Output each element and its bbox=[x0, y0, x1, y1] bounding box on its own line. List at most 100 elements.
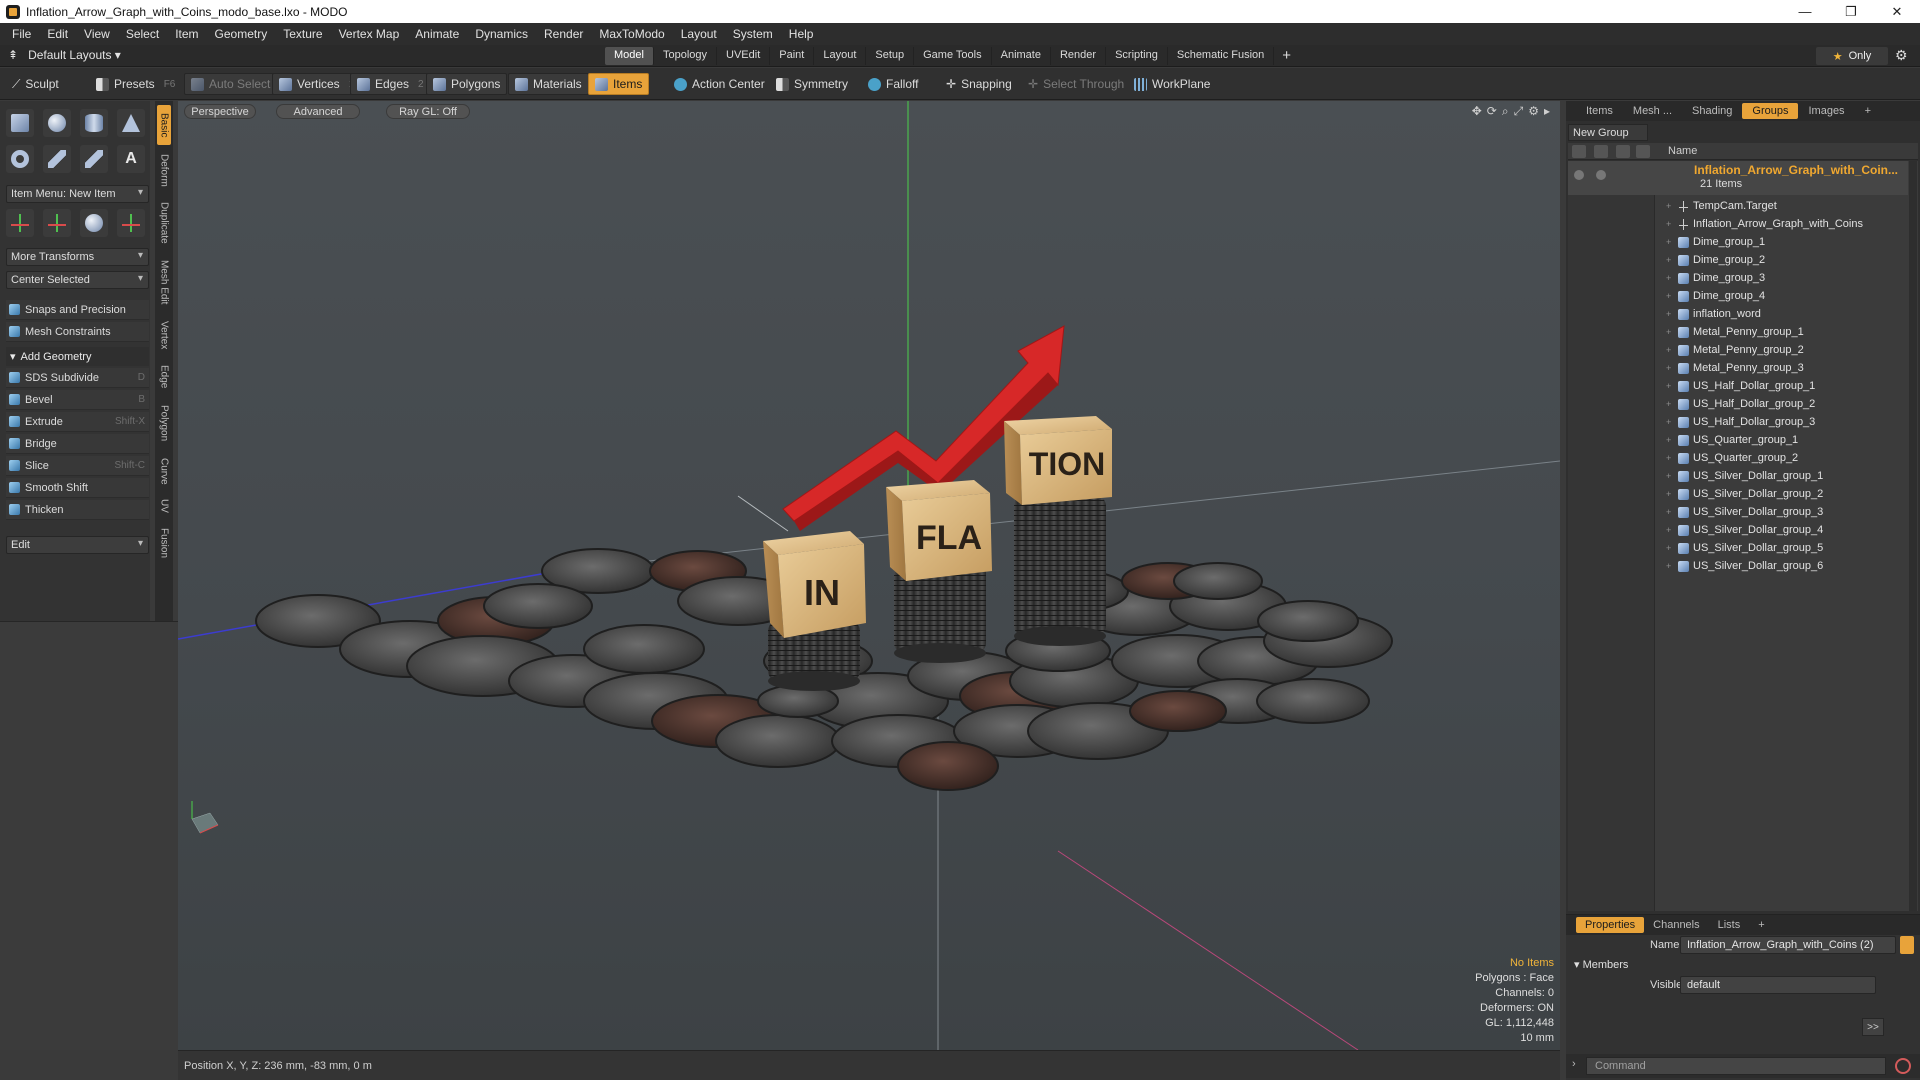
pan-icon[interactable]: ✥ bbox=[1472, 104, 1482, 119]
tab-scripting[interactable]: Scripting bbox=[1106, 47, 1168, 65]
expand-icon[interactable]: + bbox=[1666, 255, 1674, 265]
add-tab-button[interactable]: + bbox=[1855, 103, 1881, 119]
vtab-fusion[interactable]: Fusion bbox=[157, 523, 171, 563]
torus-tool[interactable] bbox=[6, 145, 34, 173]
move-tool[interactable] bbox=[6, 209, 34, 237]
expand-icon[interactable]: + bbox=[1666, 435, 1674, 445]
group-child-row[interactable]: + Dime_group_1 bbox=[1666, 233, 1765, 251]
menu-texture[interactable]: Texture bbox=[275, 27, 330, 41]
expand-icon[interactable]: + bbox=[1666, 273, 1674, 283]
tab-model[interactable]: Model bbox=[605, 47, 654, 65]
mesh-constraints-button[interactable]: Mesh Constraints bbox=[6, 322, 149, 342]
group-child-row[interactable]: + US_Half_Dollar_group_2 bbox=[1666, 395, 1815, 413]
expand-icon[interactable]: + bbox=[1666, 237, 1674, 247]
expand-icon[interactable]: + bbox=[1666, 561, 1674, 571]
3d-viewport[interactable]: IN FLA TION Perspective Advanced Ray GL:… bbox=[178, 101, 1560, 1050]
tab-uvedit[interactable]: UVEdit bbox=[717, 47, 771, 65]
vertices-button[interactable]: Vertices 1 bbox=[272, 73, 362, 95]
group-child-row[interactable]: + Dime_group_2 bbox=[1666, 251, 1765, 269]
group-child-row[interactable]: + Dime_group_3 bbox=[1666, 269, 1765, 287]
cone-tool[interactable] bbox=[117, 109, 145, 137]
tab-render[interactable]: Render bbox=[1051, 47, 1107, 65]
groups-scrollbar[interactable] bbox=[1909, 161, 1917, 911]
visibility-column-icon[interactable] bbox=[1572, 145, 1586, 158]
group-child-row[interactable]: + Inflation_Arrow_Graph_with_Coins bbox=[1666, 215, 1863, 233]
expand-icon[interactable]: + bbox=[1666, 417, 1674, 427]
pen-tool[interactable] bbox=[80, 145, 108, 173]
minimize-button[interactable]: — bbox=[1782, 0, 1828, 23]
group-child-row[interactable]: + Metal_Penny_group_2 bbox=[1666, 341, 1804, 359]
symmetry-button[interactable]: Symmetry bbox=[770, 73, 854, 95]
expand-icon[interactable]: + bbox=[1666, 399, 1674, 409]
group-child-row[interactable]: + US_Silver_Dollar_group_6 bbox=[1666, 557, 1823, 575]
more-transforms-dropdown[interactable]: More Transforms bbox=[6, 248, 149, 266]
name-column-header[interactable]: Name bbox=[1668, 145, 1697, 157]
shading-advanced[interactable]: Advanced bbox=[276, 104, 360, 119]
menu-layout[interactable]: Layout bbox=[673, 27, 725, 41]
edges-button[interactable]: Edges 2 bbox=[350, 73, 431, 95]
menu-view[interactable]: View bbox=[76, 27, 118, 41]
gear-icon[interactable]: ⚙ bbox=[1895, 47, 1908, 64]
render-toggle-icon[interactable] bbox=[1596, 170, 1606, 180]
thicken-button[interactable]: Thicken bbox=[6, 500, 149, 520]
edit-dropdown[interactable]: Edit bbox=[6, 536, 149, 554]
group-root-row[interactable]: Inflation_Arrow_Graph_with_Coin... 21 It… bbox=[1568, 161, 1908, 195]
vtab-deform[interactable]: Deform bbox=[157, 149, 171, 191]
group-child-row[interactable]: + TempCam.Target bbox=[1666, 197, 1777, 215]
scene-render[interactable]: IN FLA TION bbox=[178, 101, 1560, 1050]
more-button[interactable]: >> bbox=[1862, 1018, 1884, 1036]
snaps-precision-button[interactable]: Snaps and Precision bbox=[6, 300, 149, 320]
tab-mesh[interactable]: Mesh ... bbox=[1623, 103, 1682, 119]
viewport-settings-icon[interactable]: ⚙ bbox=[1528, 104, 1539, 119]
rotate-view-icon[interactable]: ⟳ bbox=[1487, 104, 1497, 119]
group-child-row[interactable]: + US_Silver_Dollar_group_1 bbox=[1666, 467, 1823, 485]
vtab-edge[interactable]: Edge bbox=[157, 361, 171, 393]
action-center-button[interactable]: Action Center bbox=[668, 73, 771, 95]
group-child-row[interactable]: + Metal_Penny_group_1 bbox=[1666, 323, 1804, 341]
vtab-uv[interactable]: UV bbox=[157, 495, 171, 517]
rotate-tool[interactable] bbox=[43, 209, 71, 237]
tab-shading[interactable]: Shading bbox=[1682, 103, 1742, 119]
curve-tool[interactable] bbox=[43, 145, 71, 173]
group-child-row[interactable]: + US_Half_Dollar_group_3 bbox=[1666, 413, 1815, 431]
menu-dynamics[interactable]: Dynamics bbox=[467, 27, 536, 41]
tab-schematic-fusion[interactable]: Schematic Fusion bbox=[1168, 47, 1275, 65]
auto-select-button[interactable]: Auto Select bbox=[184, 73, 278, 95]
zoom-icon[interactable]: ⌕ bbox=[1502, 104, 1509, 119]
materials-button[interactable]: Materials bbox=[508, 73, 589, 95]
tab-layout[interactable]: Layout bbox=[814, 47, 867, 65]
members-section[interactable]: ▾ Members bbox=[1574, 958, 1628, 971]
menu-maxtomodo[interactable]: MaxToModo bbox=[591, 27, 672, 41]
group-child-row[interactable]: + US_Half_Dollar_group_1 bbox=[1666, 377, 1815, 395]
group-child-row[interactable]: + Dime_group_4 bbox=[1666, 287, 1765, 305]
sculpt-button[interactable]: ⟋ Sculpt bbox=[6, 73, 65, 95]
menu-render[interactable]: Render bbox=[536, 27, 591, 41]
vtab-mesh-edit[interactable]: Mesh Edit bbox=[157, 255, 171, 309]
group-child-row[interactable]: + US_Quarter_group_2 bbox=[1666, 449, 1798, 467]
vtab-vertex[interactable]: Vertex bbox=[157, 315, 171, 355]
expand-arrow-icon[interactable]: ▸ bbox=[1544, 104, 1550, 119]
only-toggle[interactable]: ★ Only bbox=[1816, 47, 1888, 65]
expand-icon[interactable]: + bbox=[1666, 507, 1674, 517]
sphere-tool[interactable] bbox=[43, 109, 71, 137]
transform-tool[interactable] bbox=[117, 209, 145, 237]
snapping-button[interactable]: ✛ Snapping bbox=[940, 73, 1018, 95]
visibility-eye-icon[interactable] bbox=[1574, 170, 1584, 180]
group-child-row[interactable]: + inflation_word bbox=[1666, 305, 1761, 323]
workplane-button[interactable]: WorkPlane bbox=[1128, 73, 1216, 95]
record-macro-icon[interactable] bbox=[1895, 1058, 1911, 1074]
bridge-button[interactable]: Bridge bbox=[6, 434, 149, 454]
group-name-field[interactable]: Inflation_Arrow_Graph_with_Coins (2) bbox=[1680, 936, 1896, 954]
text-tool[interactable]: A bbox=[117, 145, 145, 173]
tab-lists[interactable]: Lists bbox=[1709, 917, 1750, 933]
add-layout-tab-button[interactable]: + bbox=[1274, 47, 1299, 65]
select-through-button[interactable]: ✛ Select Through bbox=[1022, 73, 1130, 95]
slice-button[interactable]: Slice Shift-C bbox=[6, 456, 149, 476]
expand-icon[interactable]: + bbox=[1666, 309, 1674, 319]
view-type-perspective[interactable]: Perspective bbox=[184, 104, 256, 119]
cylinder-tool[interactable] bbox=[80, 109, 108, 137]
expand-icon[interactable]: + bbox=[1666, 345, 1674, 355]
menu-system[interactable]: System bbox=[725, 27, 781, 41]
layouts-dropdown[interactable]: ⇞ Default Layouts ▾ bbox=[8, 48, 121, 62]
tab-animate[interactable]: Animate bbox=[992, 47, 1051, 65]
